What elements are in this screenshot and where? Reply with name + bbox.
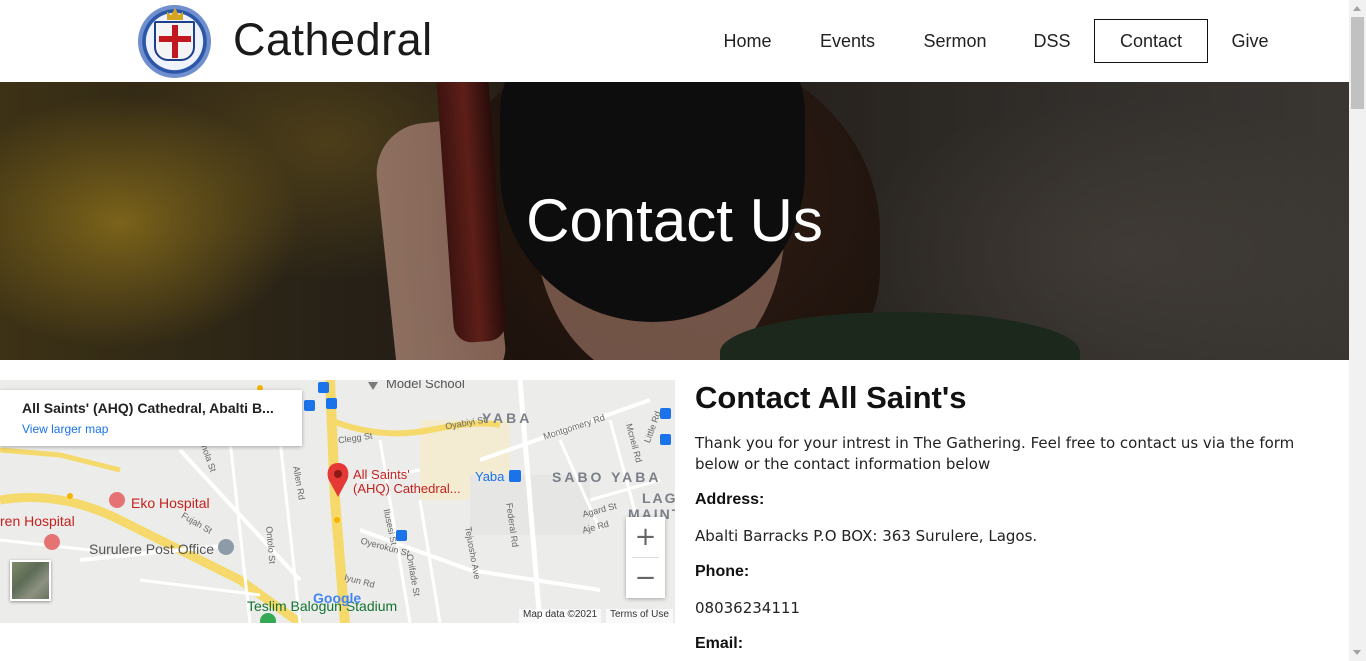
page-scrollbar[interactable] <box>1349 0 1366 661</box>
site-header: Cathedral Home Events Sermon DSS Contact… <box>0 0 1349 82</box>
scroll-down-icon[interactable] <box>1353 650 1361 655</box>
nav-give[interactable]: Give <box>1220 19 1280 63</box>
map-zoom-controls: + − <box>626 517 665 598</box>
scrollbar-thumb[interactable] <box>1351 17 1364 109</box>
contact-intro: Thank you for your intrest in The Gather… <box>695 434 1295 473</box>
nav-contact[interactable]: Contact <box>1094 19 1208 63</box>
phone-value: 08036234111 <box>695 599 800 617</box>
map-label: Eko Hospital <box>131 495 210 511</box>
phone-label: Phone: <box>695 563 750 580</box>
nav-sermon[interactable]: Sermon <box>913 19 997 63</box>
map-place-card: All Saints' (AHQ) Cathedral, Abalti B...… <box>0 390 302 446</box>
brand-name[interactable]: Cathedral <box>233 14 433 66</box>
church-crest-logo-icon[interactable] <box>138 5 211 78</box>
map-pin-label-line: (AHQ) Cathedral... <box>353 481 461 496</box>
map-terms-link[interactable]: Terms of Use <box>606 609 673 623</box>
map-label: LAG <box>642 490 675 506</box>
zoom-out-button[interactable]: − <box>626 558 665 598</box>
google-logo: Google <box>313 590 362 606</box>
map-label: YABA <box>482 410 533 426</box>
map-pin-label[interactable]: All Saints' (AHQ) Cathedral... <box>353 468 461 496</box>
address-label: Address: <box>695 491 765 508</box>
email-label: Email: <box>695 635 744 652</box>
hero-title: Contact Us <box>526 187 823 254</box>
address-value: Abalti Barracks P.O BOX: 363 Surulere, L… <box>695 527 1038 545</box>
contact-heading: Contact All Saint's <box>695 380 967 415</box>
hero-banner: Contact Us <box>0 82 1349 360</box>
map-label: ren Hospital <box>0 513 75 529</box>
map-label: Surulere Post Office <box>89 541 215 557</box>
google-map[interactable]: Model School YABA Yaba SABO YABA LAG MAI… <box>0 380 675 623</box>
map-pin-label-line: All Saints' <box>353 467 410 482</box>
scroll-up-icon[interactable] <box>1353 6 1361 11</box>
map-data-credit: Map data ©2021 <box>519 609 602 623</box>
cross-bar <box>159 36 191 42</box>
map-label: Yaba <box>475 469 505 484</box>
map-place-name: All Saints' (AHQ) Cathedral, Abalti B... <box>22 400 274 416</box>
nav-dss[interactable]: DSS <box>1022 19 1082 63</box>
nav-events[interactable]: Events <box>810 19 885 63</box>
nav-home[interactable]: Home <box>710 19 785 63</box>
map-label: Model School <box>386 380 465 391</box>
map-label: SABO YABA <box>552 469 662 485</box>
satellite-toggle-button[interactable] <box>10 560 51 601</box>
map-left-edge <box>0 400 10 440</box>
view-larger-map-link[interactable]: View larger map <box>22 422 108 436</box>
crown-icon <box>167 8 183 20</box>
zoom-in-button[interactable]: + <box>626 517 665 557</box>
